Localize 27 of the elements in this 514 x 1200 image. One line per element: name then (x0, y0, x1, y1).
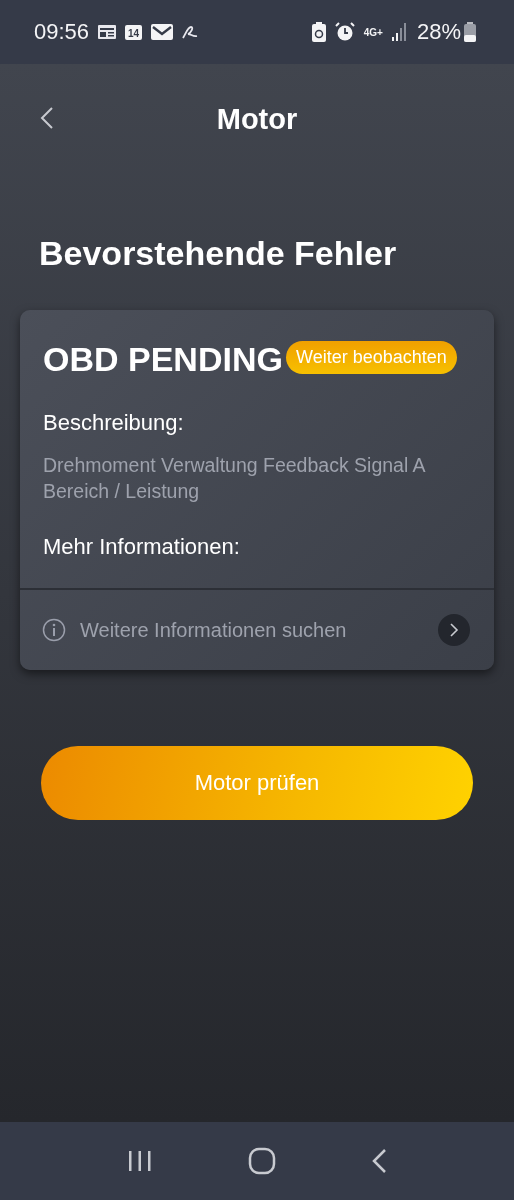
battery-saver-icon (311, 22, 326, 42)
section-title: Bevorstehende Fehler (39, 234, 397, 274)
back-nav-icon[interactable] (370, 1148, 387, 1174)
search-info-link[interactable]: Weitere Informationen suchen (20, 588, 494, 670)
recents-icon[interactable] (127, 1149, 154, 1173)
mail-icon (151, 24, 174, 40)
calendar-icon: 14 (125, 24, 143, 40)
signal-icon (391, 23, 408, 41)
chevron-right-icon (438, 614, 470, 646)
home-icon[interactable] (248, 1147, 276, 1175)
network-label: 4G+ (363, 26, 383, 38)
status-time: 09:56 (34, 19, 90, 45)
alarm-icon (334, 22, 355, 42)
page-title: Motor (216, 102, 298, 136)
more-info-label: Mehr Informationen: (43, 534, 241, 560)
battery-percentage: 28% (416, 19, 461, 45)
news-icon (98, 25, 117, 39)
search-info-text: Weitere Informationen suchen (80, 618, 348, 642)
status-badge: Weiter beobachten (286, 341, 457, 374)
check-engine-button[interactable]: Motor prüfen (41, 746, 473, 820)
back-icon[interactable] (40, 106, 54, 130)
description-label: Beschreibung: (43, 410, 185, 436)
info-icon (42, 618, 66, 642)
description-text: Drehmoment Verwaltung Feedback Signal A Bereich / Leistung (43, 453, 427, 504)
signature-icon (182, 25, 199, 39)
fault-code: OBD PENDING (43, 340, 283, 378)
battery-icon (464, 22, 476, 42)
